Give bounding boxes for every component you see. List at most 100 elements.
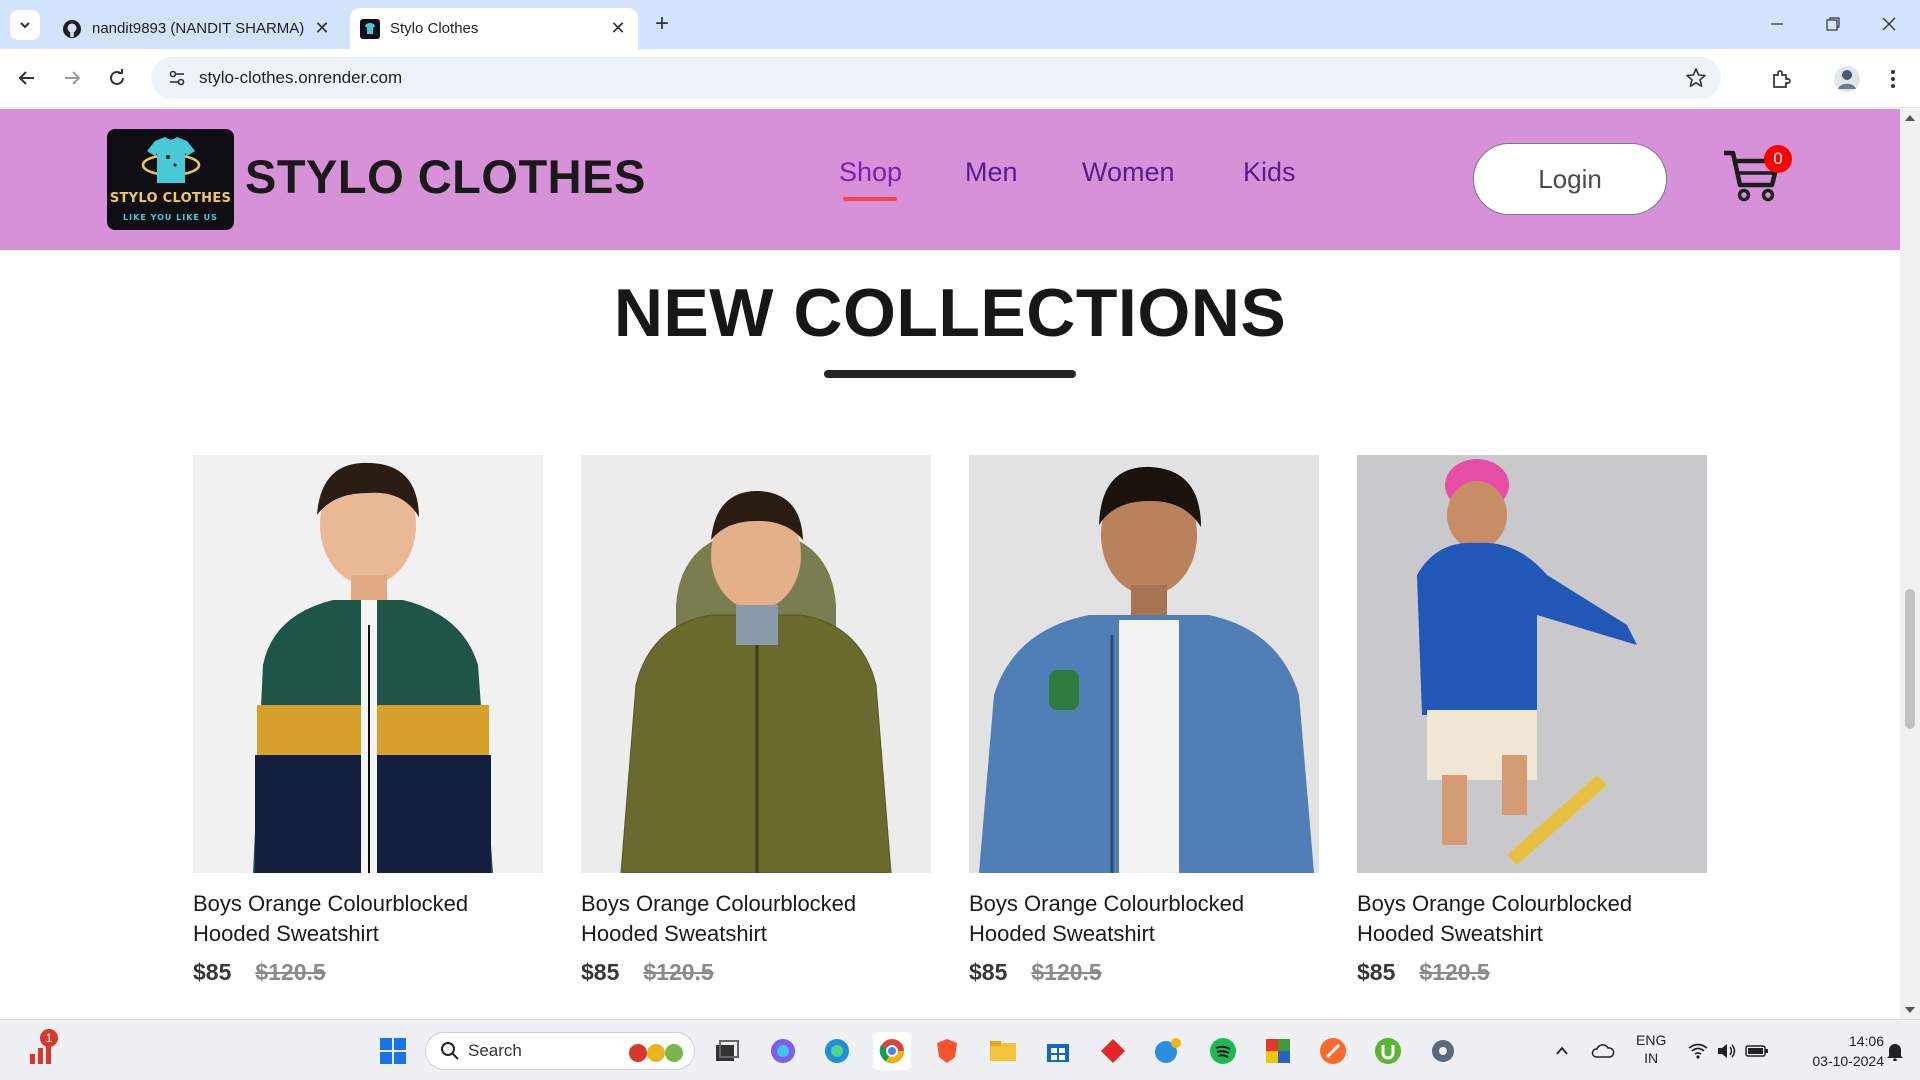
- product-prices: $85 $120.5: [969, 959, 1319, 986]
- copilot-icon[interactable]: [764, 1032, 802, 1070]
- taskbar-search[interactable]: Search: [425, 1032, 695, 1070]
- nav-men[interactable]: Men: [965, 157, 1018, 188]
- restore-button[interactable]: [1810, 6, 1856, 42]
- tab-stylo-clothes[interactable]: Stylo Clothes ✕: [350, 8, 638, 49]
- language-line1: ENG: [1636, 1032, 1667, 1048]
- system-clock[interactable]: 14:06 03-10-2024: [1784, 1031, 1884, 1071]
- product-name[interactable]: Boys Orange Colourblocked Hooded Sweatsh…: [581, 889, 931, 949]
- old-price: $120.5: [255, 959, 326, 985]
- puzzle-icon: [1773, 70, 1791, 88]
- extensions-button[interactable]: [1765, 63, 1797, 95]
- page-scrollbar[interactable]: [1900, 109, 1920, 1019]
- profile-avatar[interactable]: [1831, 63, 1863, 95]
- brand-name[interactable]: STYLO CLOTHES: [245, 149, 646, 204]
- site-logo[interactable]: STYLO CLOTHES LIKE YOU LIKE US: [107, 129, 234, 230]
- start-button[interactable]: [374, 1032, 412, 1070]
- scroll-down-icon[interactable]: [1905, 1007, 1915, 1013]
- product-card[interactable]: Boys Orange Colourblocked Hooded Sweatsh…: [1357, 455, 1707, 986]
- product-name[interactable]: Boys Orange Colourblocked Hooded Sweatsh…: [969, 889, 1319, 949]
- app-blue-icon[interactable]: [1149, 1032, 1187, 1070]
- spotify-icon[interactable]: [1204, 1032, 1242, 1070]
- notification-badge: 1: [40, 1029, 58, 1047]
- scrollbar-thumb[interactable]: [1905, 589, 1915, 729]
- close-icon: [1882, 17, 1896, 31]
- brave-icon[interactable]: [928, 1032, 966, 1070]
- arrow-left-icon: [18, 71, 34, 85]
- minimize-icon: [1771, 23, 1783, 25]
- site-info-icon[interactable]: [157, 58, 197, 98]
- product-prices: $85 $120.5: [581, 959, 931, 986]
- chevron-up-icon[interactable]: [1543, 1032, 1581, 1070]
- product-image[interactable]: [969, 455, 1319, 873]
- product-prices: $85 $120.5: [1357, 959, 1707, 986]
- kebab-menu-icon: [1891, 70, 1895, 88]
- tab-github[interactable]: nandit9893 (NANDIT SHARMA) ✕: [50, 8, 342, 49]
- tab-title: Stylo Clothes: [390, 20, 479, 37]
- section-title: NEW COLLECTIONS: [613, 275, 1287, 351]
- store-icon[interactable]: [1039, 1032, 1077, 1070]
- app-orange-icon[interactable]: [1314, 1032, 1352, 1070]
- minimize-button[interactable]: [1754, 6, 1800, 42]
- product-name[interactable]: Boys Orange Colourblocked Hooded Sweatsh…: [1357, 889, 1707, 949]
- search-icon: [441, 1042, 459, 1060]
- restore-icon: [1826, 17, 1840, 31]
- reload-button[interactable]: [102, 63, 132, 93]
- utorrent-icon[interactable]: [1369, 1032, 1407, 1070]
- avatar-icon: [1834, 66, 1860, 92]
- product-grid: Boys Orange Colourblocked Hooded Sweatsh…: [193, 455, 1708, 1015]
- bookmark-star-icon[interactable]: [1685, 67, 1707, 89]
- logo-tagline: LIKE YOU LIKE US: [123, 213, 218, 222]
- close-tab-icon[interactable]: ✕: [606, 17, 630, 41]
- notification-bell-icon[interactable]: [1876, 1032, 1914, 1070]
- logo-line1: STYLO CLOTHES: [109, 191, 232, 206]
- site-header: STYLO CLOTHES LIKE YOU LIKE US STYLO CLO…: [0, 109, 1900, 250]
- clock-date: 03-10-2024: [1812, 1053, 1884, 1069]
- app-red-diamond-icon[interactable]: [1094, 1032, 1132, 1070]
- product-image[interactable]: [581, 455, 931, 873]
- tab-search-button[interactable]: [10, 10, 40, 40]
- product-card[interactable]: Boys Orange Colourblocked Hooded Sweatsh…: [581, 455, 931, 986]
- language-indicator[interactable]: ENG IN: [1636, 1031, 1666, 1067]
- forward-button[interactable]: [57, 63, 87, 93]
- app-multicolor-icon[interactable]: [1259, 1032, 1297, 1070]
- nav-kids[interactable]: Kids: [1243, 157, 1296, 188]
- back-button[interactable]: [12, 63, 42, 93]
- battery-icon[interactable]: [1738, 1032, 1776, 1070]
- title-underline: [824, 370, 1076, 378]
- new-price: $85: [969, 959, 1008, 985]
- address-bar[interactable]: stylo-clothes.onrender.com: [151, 57, 1721, 99]
- old-price: $120.5: [1419, 959, 1490, 985]
- scroll-up-icon[interactable]: [1905, 115, 1915, 121]
- file-explorer-icon[interactable]: [984, 1032, 1022, 1070]
- task-view-icon[interactable]: [708, 1032, 746, 1070]
- old-price: $120.5: [1031, 959, 1102, 985]
- login-button[interactable]: Login: [1473, 143, 1667, 215]
- browser-toolbar: stylo-clothes.onrender.com: [0, 49, 1920, 108]
- chrome-icon[interactable]: [873, 1032, 911, 1070]
- close-tab-icon[interactable]: ✕: [310, 17, 334, 41]
- settings-gear-icon[interactable]: [1424, 1032, 1462, 1070]
- url-text[interactable]: stylo-clothes.onrender.com: [199, 68, 402, 88]
- new-price: $85: [1357, 959, 1396, 985]
- windows-icon: [380, 1038, 406, 1064]
- tshirt-logo-icon: [141, 137, 201, 183]
- product-image[interactable]: [1357, 455, 1707, 873]
- nav-shop[interactable]: Shop: [839, 157, 902, 188]
- new-tab-button[interactable]: +: [648, 10, 676, 38]
- taskbar: 1 Search ENG IN 14:06 03-10-2024: [0, 1019, 1920, 1080]
- nav-women[interactable]: Women: [1082, 157, 1175, 188]
- chevron-down-icon: [20, 22, 30, 29]
- close-window-button[interactable]: [1866, 6, 1912, 42]
- edge-icon[interactable]: [818, 1032, 856, 1070]
- github-icon: [62, 19, 82, 39]
- product-name[interactable]: Boys Orange Colourblocked Hooded Sweatsh…: [193, 889, 543, 949]
- browser-menu-button[interactable]: [1877, 63, 1909, 95]
- language-line2: IN: [1644, 1050, 1659, 1066]
- page-viewport: STYLO CLOTHES LIKE YOU LIKE US STYLO CLO…: [0, 109, 1920, 1019]
- product-card[interactable]: Boys Orange Colourblocked Hooded Sweatsh…: [193, 455, 543, 986]
- product-image[interactable]: [193, 455, 543, 873]
- onedrive-cloud-icon[interactable]: [1584, 1032, 1622, 1070]
- cart-count-badge: 0: [1764, 145, 1792, 173]
- product-card[interactable]: Boys Orange Colourblocked Hooded Sweatsh…: [969, 455, 1319, 986]
- product-prices: $85 $120.5: [193, 959, 543, 986]
